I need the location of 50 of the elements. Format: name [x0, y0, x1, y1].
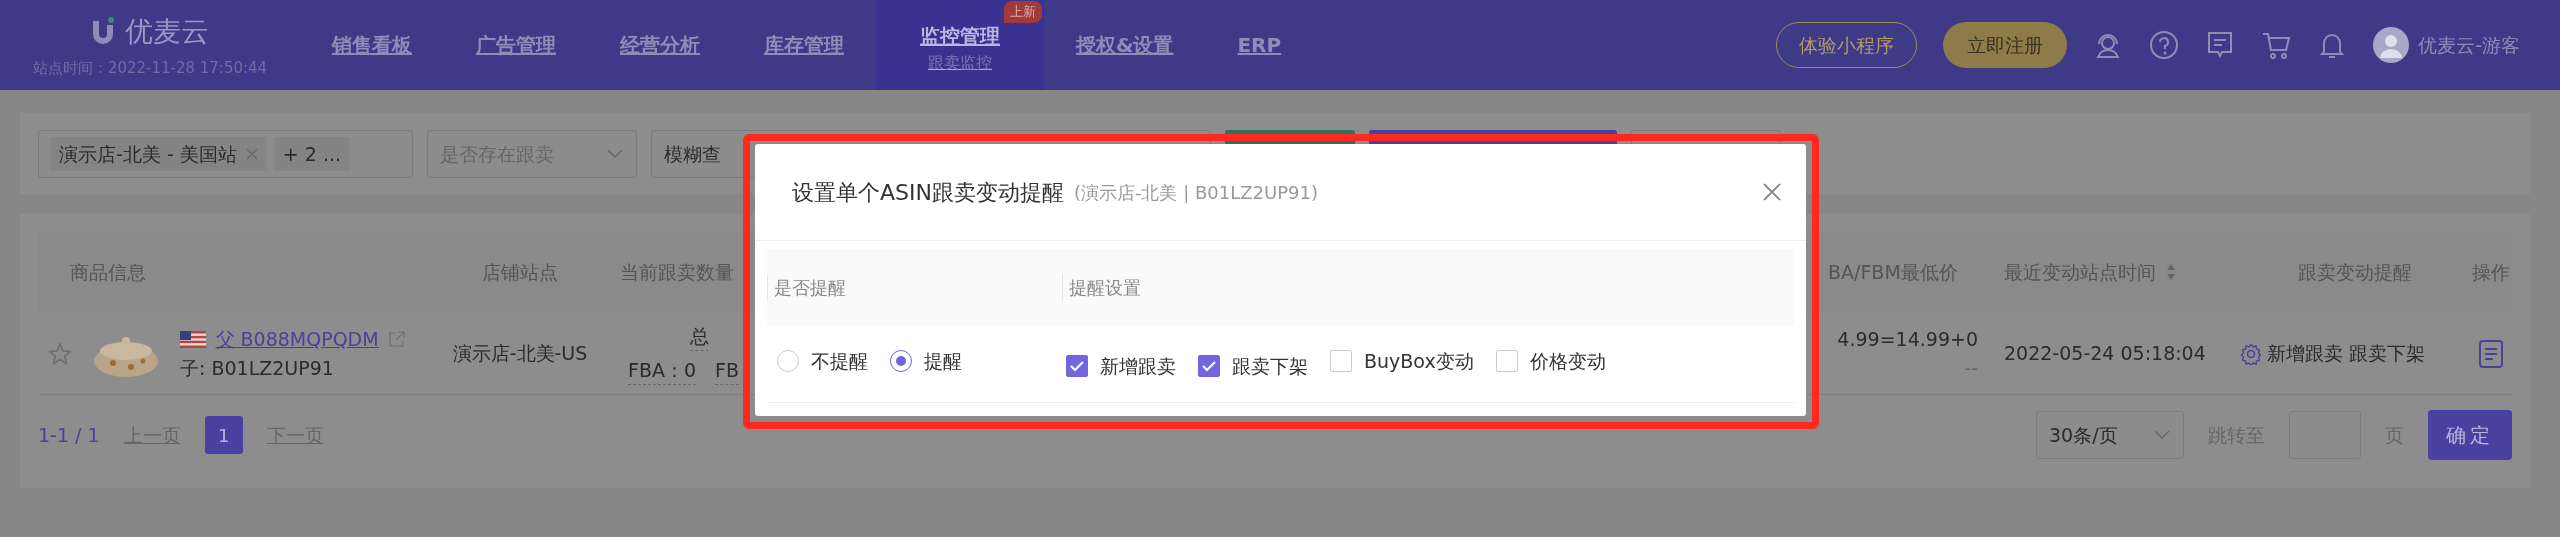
price-sub: -- — [1964, 355, 1978, 381]
chevron-down-icon — [2153, 429, 2171, 441]
store-tag: 演示店-北美 - 美国站 — [51, 136, 267, 172]
brand-name: 优麦云 — [124, 13, 209, 50]
document-icon[interactable] — [2479, 339, 2503, 368]
column-header: 是否提醒 — [774, 276, 846, 298]
count-fbm: FB — [715, 355, 740, 386]
option-label[interactable]: 不提醒 — [811, 347, 868, 376]
star-icon[interactable] — [48, 341, 72, 366]
close-icon[interactable] — [1762, 182, 1782, 202]
time-cell-text: 2022-05-24 05:18:04 — [2003, 341, 2207, 367]
price-cell-text: 4.99=14.99+0 — [1837, 327, 1978, 352]
us-flag-icon — [180, 330, 206, 348]
store-select[interactable]: 演示店-北美 - 美国站 + 2 ... — [38, 130, 413, 178]
option-label[interactable]: 跟卖下架 — [1232, 351, 1308, 381]
option-label[interactable]: 价格变动 — [1529, 346, 1606, 376]
page-size-select[interactable]: 30条/页 — [2036, 411, 2184, 459]
new-badge: 上新 — [1004, 1, 1042, 23]
user-name[interactable]: 优麦云-游客 — [2418, 30, 2520, 60]
chevron-down-icon — [606, 148, 624, 160]
option-label[interactable]: 新增跟卖 — [1100, 351, 1176, 381]
confirm-button[interactable]: 确定 — [2428, 410, 2512, 460]
page-range: 1-1 / 1 — [38, 422, 100, 448]
child-asin: 子: B01LZ2UP91 — [180, 355, 335, 381]
cart-icon[interactable] — [2260, 30, 2291, 60]
checkbox[interactable] — [1198, 355, 1220, 377]
count-total: 总 — [690, 321, 709, 352]
nav-item[interactable]: ERP — [1205, 0, 1314, 90]
more-tag: + 2 ... — [274, 136, 349, 172]
option-label[interactable]: BuyBox变动 — [1364, 346, 1474, 376]
logo-icon — [91, 16, 116, 47]
reminder-cell-text: 新增跟卖 跟卖下架 — [2266, 341, 2425, 367]
check-icon — [1202, 360, 1216, 372]
checkbox[interactable] — [1330, 350, 1352, 372]
count-fba: FBA：0 — [628, 355, 697, 386]
gear-icon[interactable] — [2240, 342, 2262, 365]
avatar-icon[interactable] — [2372, 27, 2409, 63]
register-button[interactable]: 立即注册 — [1942, 21, 2067, 69]
store-cell-text: 演示店-北美-US — [451, 341, 589, 367]
option-label[interactable]: 提醒 — [924, 347, 962, 376]
page-button[interactable]: 1 — [204, 416, 243, 454]
column-header: 提醒设置 — [1069, 276, 1141, 298]
modal-title: 设置单个ASIN跟卖变动提醒 — [792, 178, 1064, 207]
check-icon — [1070, 360, 1084, 372]
help-icon[interactable] — [2148, 30, 2179, 60]
modal-subtitle: (演示店-北美 | B01LZ2UP91) — [1073, 180, 1318, 205]
sort-icon[interactable] — [2165, 263, 2176, 281]
asin-link[interactable]: 父 B088MQPQDM — [215, 325, 379, 354]
checkbox[interactable] — [1495, 350, 1518, 372]
checkbox[interactable] — [1066, 355, 1088, 377]
